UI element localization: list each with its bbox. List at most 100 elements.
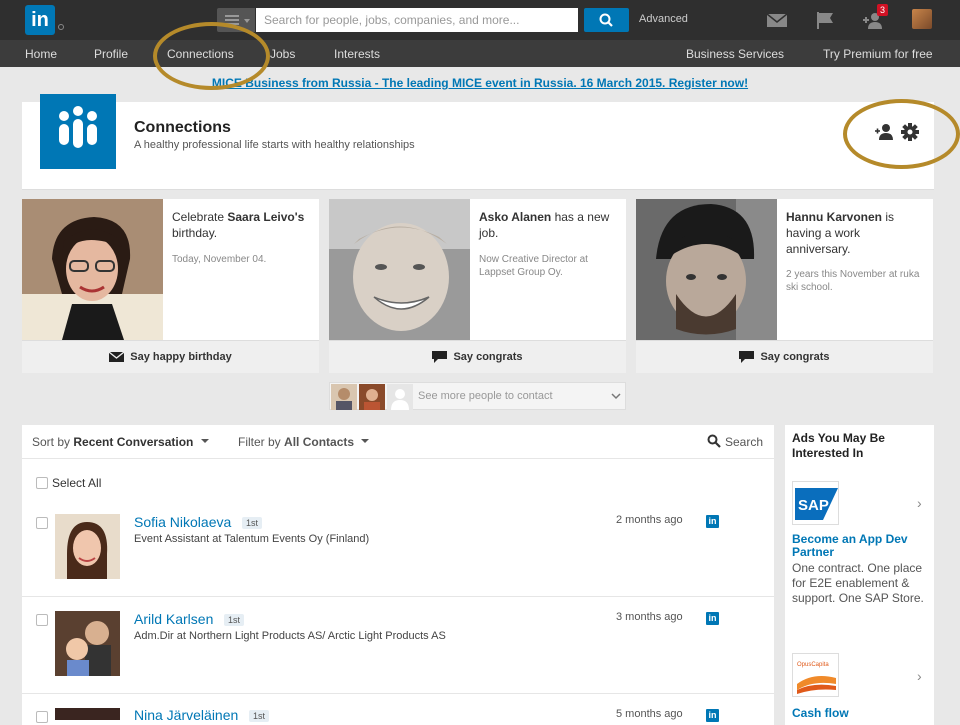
divider bbox=[22, 458, 774, 459]
card-message: Hannu Karvonen is having a work annivers… bbox=[786, 209, 926, 257]
search-input[interactable] bbox=[256, 8, 578, 32]
row-checkbox[interactable] bbox=[36, 614, 48, 626]
sort-value: Recent Conversation bbox=[73, 435, 194, 449]
avatar bbox=[387, 384, 413, 410]
top-bar: in Advanced 3 bbox=[0, 0, 960, 40]
ad-headline[interactable]: Become an App Dev Partner bbox=[792, 533, 927, 559]
see-more-people-dropdown[interactable]: See more people to contact bbox=[329, 382, 626, 410]
ad-headline[interactable]: Cash flow bbox=[792, 707, 927, 720]
svg-text:OpusCapita: OpusCapita bbox=[797, 662, 829, 668]
row-checkbox[interactable] bbox=[36, 517, 48, 529]
profile-photo[interactable] bbox=[55, 708, 120, 720]
nav-home[interactable]: Home bbox=[25, 47, 57, 61]
card-meta: Today, November 04. bbox=[172, 254, 267, 265]
profile-photo[interactable] bbox=[636, 199, 777, 340]
profile-photo[interactable] bbox=[22, 199, 163, 340]
chevron-down-icon bbox=[244, 19, 250, 23]
last-contact-time: 5 months ago bbox=[616, 708, 683, 720]
nav-jobs[interactable]: Jobs bbox=[270, 47, 295, 61]
select-all-label[interactable]: Select All bbox=[52, 476, 101, 490]
filter-label: Filter by bbox=[238, 435, 281, 449]
search-icon bbox=[707, 434, 721, 448]
chevron-right-icon[interactable]: › bbox=[917, 495, 922, 511]
chevron-down-icon bbox=[611, 393, 621, 400]
card-message: Celebrate Saara Leivo's birthday. bbox=[172, 209, 312, 241]
notification-badge: 3 bbox=[877, 4, 889, 16]
card-meta: 2 years this November at ruka ski school… bbox=[786, 269, 920, 293]
search-label: Search bbox=[725, 435, 764, 449]
degree-badge: 1st bbox=[242, 517, 263, 529]
caret-down-icon bbox=[361, 439, 370, 443]
linkedin-message-icon[interactable]: in bbox=[706, 709, 719, 722]
say-congrats-button[interactable]: Say congrats bbox=[329, 340, 626, 373]
ads-title: Ads You May Be Interested In bbox=[792, 431, 885, 460]
caret-down-icon bbox=[200, 439, 209, 443]
contact-name[interactable]: Saara Leivo's bbox=[227, 210, 304, 224]
select-all-checkbox[interactable] bbox=[36, 477, 48, 489]
linkedin-logo[interactable]: in bbox=[25, 5, 55, 35]
contact-name[interactable]: Hannu Karvonen bbox=[786, 210, 882, 224]
search-button[interactable] bbox=[584, 8, 629, 32]
chevron-right-icon[interactable]: › bbox=[917, 668, 922, 684]
nav-interests[interactable]: Interests bbox=[334, 47, 380, 61]
work-anniversary-card: Hannu Karvonen is having a work annivers… bbox=[636, 199, 933, 373]
mail-icon bbox=[108, 351, 125, 362]
new-job-card: Asko Alanen has a new job. Now Creative … bbox=[329, 199, 626, 373]
list-search-button[interactable]: Search bbox=[707, 434, 763, 449]
promo-banner-link[interactable]: MICE Business from Russia - The leading … bbox=[0, 76, 960, 90]
ad-body: One contract. One place for E2E enableme… bbox=[792, 561, 924, 605]
opuscapita-logo[interactable]: OpusCapita bbox=[792, 653, 839, 697]
advanced-search-link[interactable]: Advanced bbox=[639, 13, 688, 25]
page-subtitle: A healthy professional life starts with … bbox=[134, 139, 415, 151]
nav-profile[interactable]: Profile bbox=[94, 47, 128, 61]
contact-name-link[interactable]: Sofia Nikolaeva bbox=[134, 514, 231, 530]
nav-business-services[interactable]: Business Services bbox=[686, 47, 784, 61]
nav-try-premium[interactable]: Try Premium for free bbox=[823, 47, 933, 61]
mail-icon[interactable] bbox=[766, 10, 788, 30]
see-more-label: See more people to contact bbox=[418, 390, 553, 402]
annotation-ring bbox=[153, 22, 270, 90]
degree-badge: 1st bbox=[249, 710, 270, 722]
filter-dropdown[interactable]: Filter by All Contacts bbox=[238, 435, 370, 449]
card-message: Asko Alanen has a new job. bbox=[479, 209, 619, 241]
avatar bbox=[359, 384, 385, 410]
search-icon bbox=[599, 13, 613, 27]
birthday-card: Celebrate Saara Leivo's birthday. Today,… bbox=[22, 199, 319, 373]
filter-value: All Contacts bbox=[284, 435, 355, 449]
contact-name[interactable]: Asko Alanen bbox=[479, 210, 551, 224]
page-title: Connections bbox=[134, 119, 231, 136]
ads-sidebar: Ads You May Be Interested In SAP › Becom… bbox=[785, 425, 934, 725]
registered-mark-icon bbox=[58, 24, 64, 30]
say-happy-birthday-button[interactable]: Say happy birthday bbox=[22, 340, 319, 373]
contact-name-link[interactable]: Arild Karlsen bbox=[134, 611, 213, 627]
annotation-ring bbox=[843, 99, 960, 169]
profile-photo[interactable] bbox=[55, 611, 120, 676]
contact-name-link[interactable]: Nina Järveläinen bbox=[134, 707, 238, 723]
sap-logo-icon: SAP bbox=[795, 488, 838, 520]
action-label: Say congrats bbox=[760, 351, 830, 363]
opuscapita-logo-icon: OpusCapita bbox=[797, 662, 836, 694]
linkedin-message-icon[interactable]: in bbox=[706, 515, 719, 528]
row-checkbox[interactable] bbox=[36, 711, 48, 723]
divider bbox=[22, 693, 774, 694]
connections-list: Sort by Recent Conversation Filter by Al… bbox=[22, 425, 774, 725]
connections-logo bbox=[40, 94, 116, 169]
profile-photo[interactable] bbox=[55, 514, 120, 579]
linkedin-message-icon[interactable]: in bbox=[706, 612, 719, 625]
account-avatar[interactable] bbox=[912, 9, 932, 29]
contact-headline: Adm.Dir at Northern Light Products AS/ A… bbox=[134, 630, 446, 642]
flag-icon[interactable] bbox=[815, 10, 837, 30]
main-nav: Home Profile Connections Jobs Interests … bbox=[0, 40, 960, 67]
divider bbox=[22, 596, 774, 597]
sap-logo[interactable]: SAP bbox=[792, 481, 839, 525]
people-icon bbox=[59, 106, 97, 148]
chat-bubble-icon bbox=[739, 351, 755, 363]
say-congrats-button[interactable]: Say congrats bbox=[636, 340, 933, 373]
action-label: Say congrats bbox=[453, 351, 523, 363]
avatar bbox=[331, 384, 357, 410]
profile-photo[interactable] bbox=[329, 199, 470, 340]
connections-header: Connections A healthy professional life … bbox=[22, 94, 934, 190]
chat-bubble-icon bbox=[432, 351, 448, 363]
sort-dropdown[interactable]: Sort by Recent Conversation bbox=[32, 435, 209, 449]
card-meta: Now Creative Director at Lappset Group O… bbox=[479, 254, 588, 278]
